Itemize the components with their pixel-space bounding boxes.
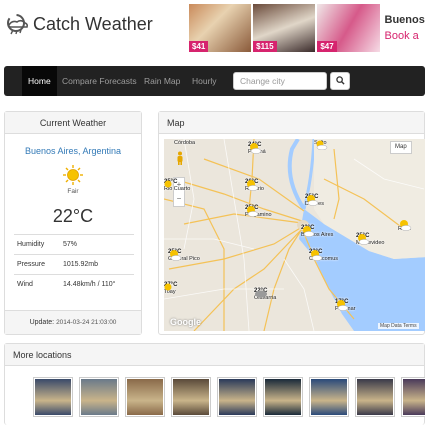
ad-image[interactable]: $115 bbox=[253, 4, 316, 52]
more-locations-panel: More locations bbox=[4, 343, 425, 425]
city-photo bbox=[219, 379, 255, 415]
city-photo bbox=[81, 379, 117, 415]
city-photo bbox=[127, 379, 163, 415]
ad-banner[interactable]: $41 $115 $47 Buenos Book a bbox=[189, 4, 425, 52]
location-thumbnail[interactable] bbox=[263, 377, 303, 417]
location-thumbnails bbox=[33, 377, 425, 417]
ad-text[interactable]: Buenos Book a bbox=[381, 4, 425, 52]
map-background bbox=[164, 139, 425, 331]
city-link[interactable]: Buenos Aires, Argentina bbox=[5, 146, 141, 156]
location-thumbnail[interactable] bbox=[125, 377, 165, 417]
map-marker[interactable]: 25°CGeneral Pico bbox=[168, 249, 200, 262]
marker-city: Córdoba bbox=[174, 140, 196, 146]
weather-row: Humidity 57% bbox=[14, 234, 134, 254]
weather-row: Wind 14.48km/h / 110° bbox=[14, 274, 134, 294]
row-value: 57% bbox=[63, 241, 78, 248]
map-marker[interactable]: 27°CToay bbox=[164, 282, 177, 295]
location-thumbnail[interactable] bbox=[355, 377, 395, 417]
nav-home[interactable]: Home bbox=[22, 66, 57, 96]
map-marker[interactable]: Salto bbox=[314, 140, 328, 150]
row-label: Wind bbox=[17, 281, 33, 288]
temperature: 22°C bbox=[52, 206, 94, 226]
page: Catch Weather $41 $115 $47 Buenos Book a… bbox=[0, 0, 425, 425]
map-marker[interactable]: Roch bbox=[398, 219, 412, 232]
city-photo bbox=[311, 379, 347, 415]
city-photo bbox=[173, 379, 209, 415]
ad-price: $41 bbox=[189, 41, 209, 52]
nav-compare-forecasts[interactable]: Compare Forecasts bbox=[56, 66, 143, 96]
ad-headline: Buenos bbox=[384, 14, 425, 26]
row-label: Humidity bbox=[17, 241, 45, 248]
ad-image[interactable]: $41 bbox=[189, 4, 252, 52]
map-marker[interactable]: 17°CPinamar bbox=[335, 299, 355, 312]
navbar: Home Compare Forecasts Rain Map Hourly C… bbox=[4, 66, 425, 96]
ad-price: $115 bbox=[253, 41, 277, 52]
map-panel: Map + − Map Córdoba Rio Cuarto Pergamino… bbox=[158, 111, 425, 335]
city-search-input[interactable]: Change city bbox=[233, 72, 327, 90]
nav-hourly[interactable]: Hourly bbox=[186, 66, 223, 96]
street-view-icon[interactable] bbox=[176, 151, 184, 165]
ad-cta[interactable]: Book a bbox=[385, 30, 425, 42]
map-marker[interactable]: 25°CPergamino bbox=[245, 205, 272, 218]
location-thumbnail[interactable] bbox=[217, 377, 257, 417]
sun-icon bbox=[60, 164, 86, 191]
city-photo bbox=[35, 379, 71, 415]
panel-title: Map bbox=[159, 112, 424, 134]
ad-price: $47 bbox=[317, 41, 337, 52]
update-footer: Update: 2014-03-24 21:03:00 bbox=[5, 310, 141, 334]
location-thumbnail[interactable] bbox=[309, 377, 349, 417]
zoom-out-icon[interactable]: − bbox=[174, 192, 184, 206]
city-photo bbox=[265, 379, 301, 415]
map-marker[interactable]: 25°CRio Cuarto bbox=[164, 179, 190, 192]
panel-title: More locations bbox=[5, 344, 424, 366]
nav-rain-map[interactable]: Rain Map bbox=[138, 66, 186, 96]
location-thumbnail[interactable] bbox=[79, 377, 119, 417]
city-photo bbox=[403, 379, 425, 415]
map-marker[interactable]: 25°CDolores bbox=[305, 194, 324, 207]
panel-title: Current Weather bbox=[5, 112, 141, 134]
weather-map[interactable]: + − Map Córdoba 24°CParaná Salto 25°CRio… bbox=[164, 139, 425, 331]
current-weather-panel: Current Weather Buenos Aires, Argentina … bbox=[4, 111, 142, 335]
search-icon bbox=[335, 72, 345, 90]
search-button[interactable] bbox=[330, 72, 350, 90]
map-marker[interactable]: Córdoba bbox=[174, 140, 195, 146]
map-marker[interactable]: 25°CMontevideo bbox=[356, 233, 384, 246]
map-type-button[interactable]: Map bbox=[390, 141, 412, 154]
city-photo bbox=[357, 379, 393, 415]
map-marker[interactable]: 24°CParaná bbox=[248, 142, 266, 155]
location-thumbnail[interactable] bbox=[33, 377, 73, 417]
map-marker[interactable]: 22°COlavarria bbox=[254, 288, 276, 301]
map-marker[interactable]: 22°CBuenos Aires bbox=[301, 225, 333, 238]
google-logo[interactable]: Google bbox=[170, 317, 201, 327]
weather-condition: Fair bbox=[67, 188, 79, 195]
location-thumbnail[interactable] bbox=[401, 377, 425, 417]
row-value: 1015.92mb bbox=[63, 261, 99, 268]
site-logo[interactable]: Catch Weather bbox=[4, 12, 153, 36]
row-value: 14.48km/h / 110° bbox=[63, 281, 116, 288]
location-thumbnail[interactable] bbox=[171, 377, 211, 417]
map-attribution[interactable]: Map Data Terms bbox=[378, 323, 419, 329]
row-label: Pressure bbox=[17, 261, 46, 268]
map-marker[interactable]: 26°CRosario bbox=[245, 179, 264, 192]
logo-text: Catch Weather bbox=[33, 13, 153, 34]
weather-row: Pressure 1015.92mb bbox=[14, 254, 134, 274]
update-label: Update: bbox=[29, 319, 55, 326]
map-marker[interactable]: 23°CChascomus bbox=[309, 249, 338, 262]
update-time: 2014-03-24 21:03:00 bbox=[56, 319, 117, 326]
ad-image[interactable]: $47 bbox=[317, 4, 380, 52]
logo-icon bbox=[4, 12, 30, 36]
